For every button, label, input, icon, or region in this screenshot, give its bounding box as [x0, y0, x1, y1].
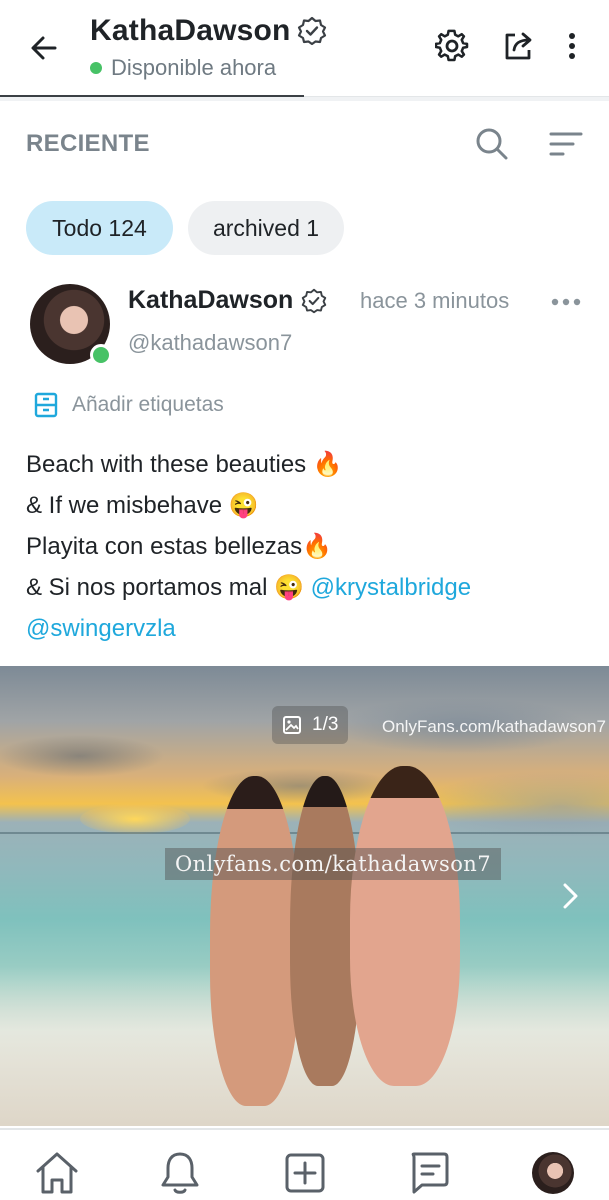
mention-link[interactable]: @krystalbridge [311, 574, 471, 601]
home-icon [36, 1152, 78, 1194]
caption-line: & If we misbehave 😜 [26, 492, 259, 519]
bell-icon [161, 1152, 199, 1194]
section-title: RECIENTE [26, 130, 150, 157]
nav-home[interactable] [32, 1148, 82, 1198]
post-timestamp: hace 3 minutos [360, 288, 510, 313]
search-icon [476, 128, 508, 160]
person-silhouette [210, 776, 300, 1106]
sort-icon [549, 132, 583, 156]
nav-messages[interactable] [404, 1148, 454, 1198]
add-tags-label: Añadir etiquetas [72, 393, 224, 416]
media-counter-text: 1/3 [312, 714, 339, 735]
mention-link[interactable]: @swingervzla [26, 615, 176, 642]
profile-title-row[interactable]: KathaDawson [90, 14, 327, 48]
verified-badge-icon [302, 288, 327, 313]
post-author-name: KathaDawson [128, 286, 294, 314]
add-tags-button[interactable]: Añadir etiquetas [34, 392, 224, 418]
filter-chip-all[interactable]: Todo 124 [26, 201, 173, 255]
image-watermark: Onlyfans.com/kathadawson7 [165, 848, 501, 880]
post-author-handle[interactable]: @kathadawson7 [128, 330, 292, 356]
more-vertical-icon [569, 33, 575, 59]
caption-line: @swingervzla [26, 608, 596, 649]
online-status: Disponible ahora [90, 55, 276, 81]
filter-chip-archived[interactable]: archived 1 [188, 201, 344, 255]
caption-line: Beach with these beauties 🔥 [26, 451, 343, 478]
share-button[interactable] [498, 26, 538, 66]
next-image-button[interactable] [552, 878, 588, 914]
gear-icon [435, 29, 469, 62]
share-icon [505, 32, 532, 60]
online-dot [90, 344, 112, 366]
status-text: Disponible ahora [111, 55, 277, 80]
profile-title: KathaDawson [90, 14, 291, 47]
nav-notifications[interactable] [155, 1148, 205, 1198]
more-options-button[interactable] [552, 26, 592, 66]
sunset-glow [80, 804, 190, 834]
online-dot [90, 62, 102, 74]
tag-icon [34, 392, 58, 418]
media-counter: 1/3 [272, 706, 349, 744]
sort-button[interactable] [546, 124, 586, 164]
search-button[interactable] [472, 124, 512, 164]
settings-button[interactable] [432, 26, 472, 66]
post-caption: Beach with these beauties 🔥 & If we misb… [26, 444, 596, 649]
profile-avatar[interactable] [532, 1152, 574, 1194]
back-arrow-icon [31, 36, 57, 60]
back-button[interactable] [22, 28, 66, 68]
image-icon [283, 716, 301, 734]
post-author-row[interactable]: KathaDawson [128, 286, 327, 315]
section-separator [0, 97, 609, 101]
caption-line: & Si nos portamos mal 😜 @krystalbridge [26, 574, 472, 601]
messages-icon [411, 1152, 449, 1194]
add-post-icon [285, 1153, 325, 1193]
corner-watermark: OnlyFans.com/kathadawson7 [382, 717, 606, 736]
verified-badge-icon [297, 16, 326, 46]
more-horizontal-icon [551, 298, 581, 306]
nav-new-post[interactable] [280, 1148, 330, 1198]
chevron-right-icon [563, 883, 578, 909]
caption-line: Playita con estas bellezas🔥 [26, 533, 333, 560]
person-silhouette [350, 766, 460, 1086]
post-options-button[interactable] [548, 290, 584, 314]
